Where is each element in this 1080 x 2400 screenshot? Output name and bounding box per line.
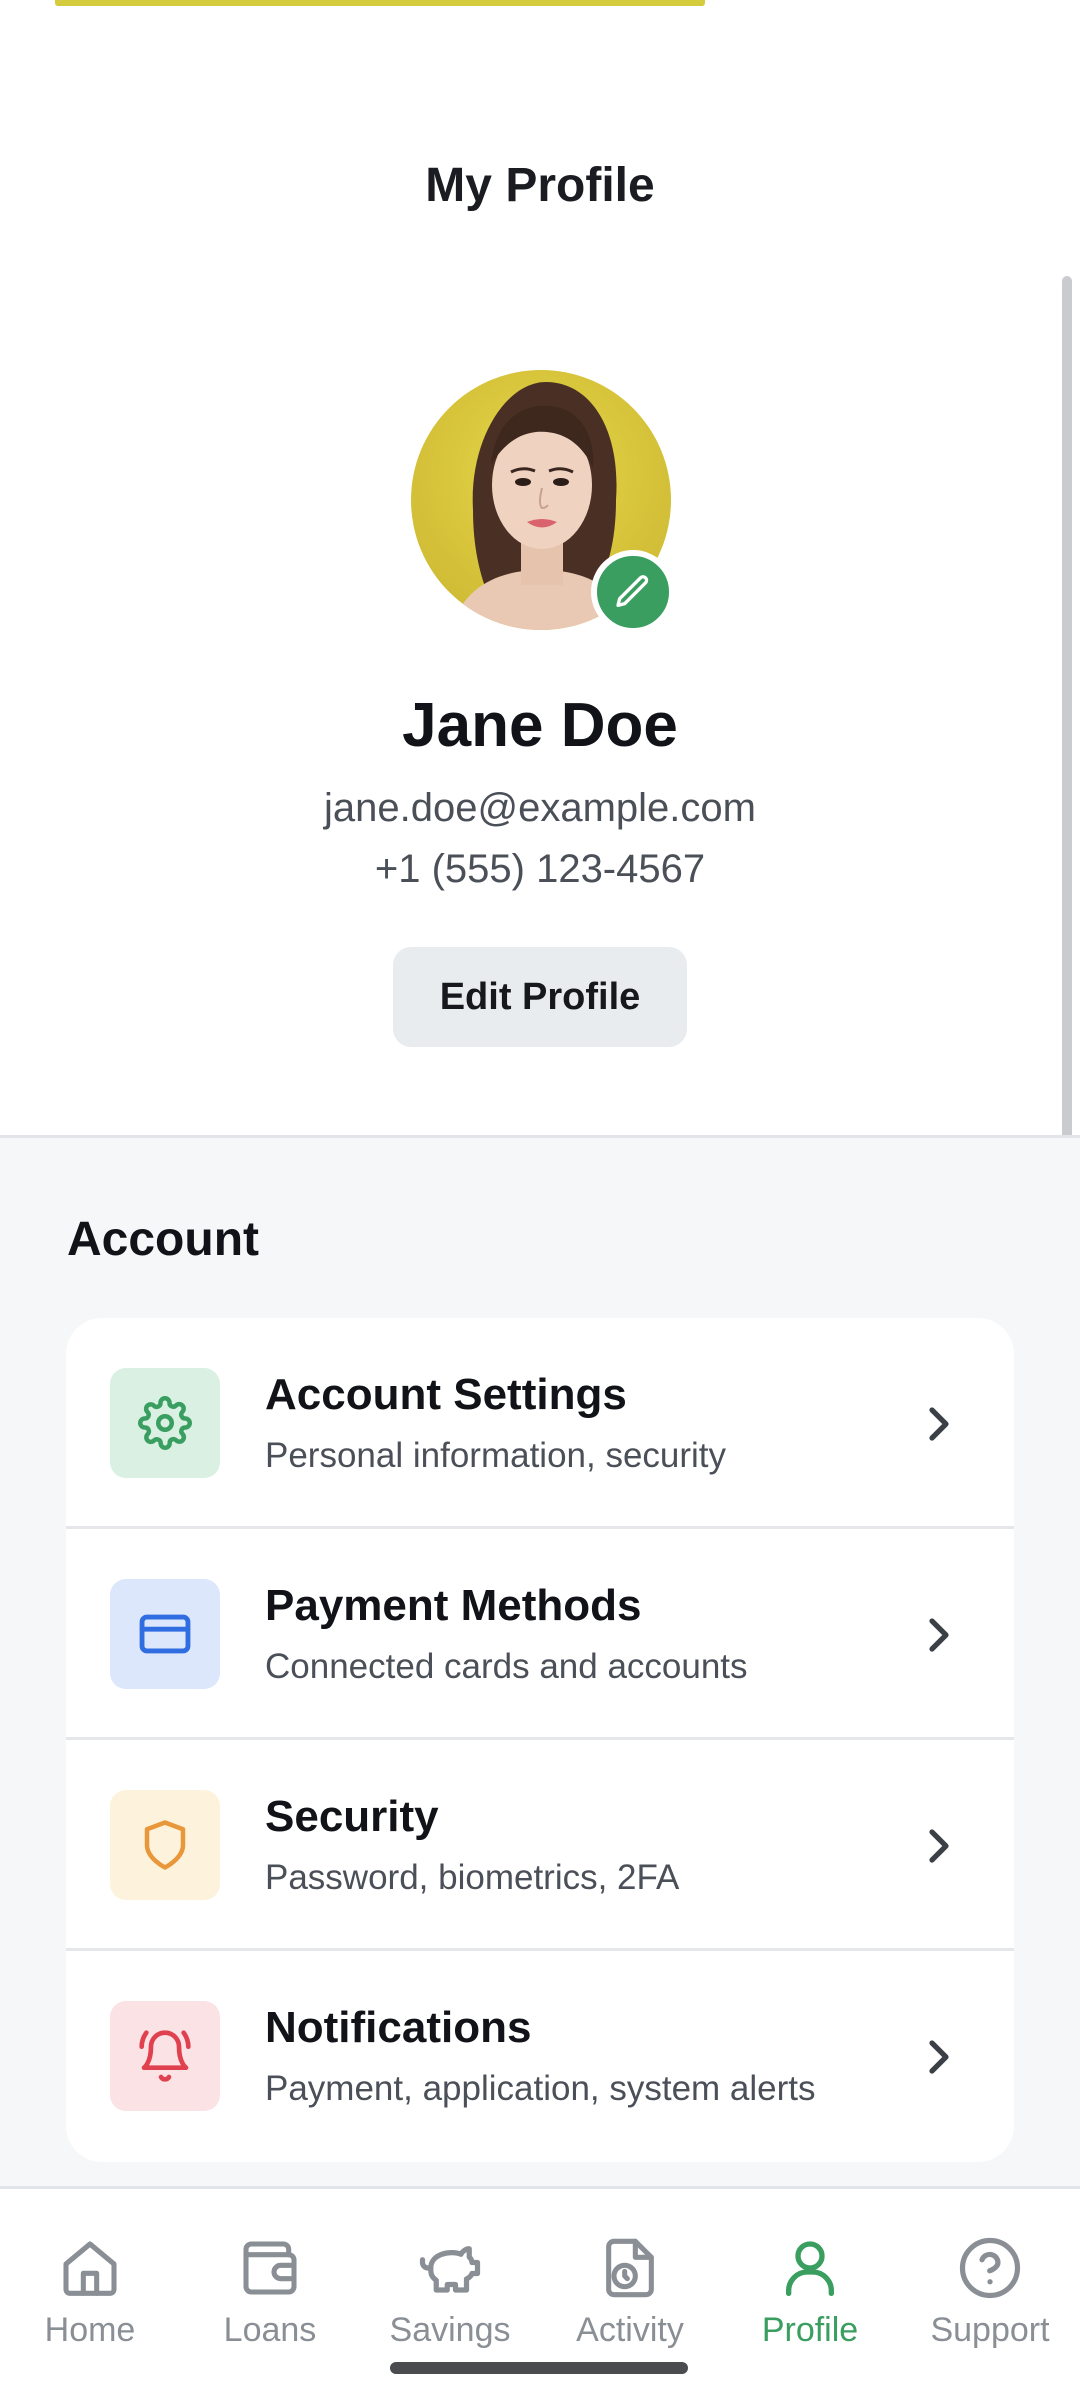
menu-item-subtitle: Personal information, security [265,1436,727,1475]
menu-item-notifications[interactable]: Notifications Payment, application, syst… [66,1951,1014,2162]
wallet-icon [235,2233,305,2303]
menu-item-subtitle: Payment, application, system alerts [265,2069,816,2108]
home-icon [55,2233,125,2303]
nav-item-loans[interactable]: Loans [180,2189,360,2379]
home-indicator[interactable] [390,2362,688,2374]
nav-label: Savings [389,2311,511,2349]
menu-item-subtitle: Connected cards and accounts [265,1647,748,1686]
nav-item-profile[interactable]: Profile [720,2189,900,2379]
bell-icon [110,2001,220,2111]
user-email: jane.doe@example.com [324,786,756,830]
menu-item-title: Security [265,1792,439,1841]
edit-avatar-button[interactable] [591,550,675,634]
pencil-icon [616,575,649,607]
help-icon [955,2233,1025,2303]
profile-screen: My Profile Jane Doe jane.doe@example.com… [0,0,1080,2400]
user-name: Jane Doe [402,691,678,760]
edit-profile-button[interactable]: Edit Profile [393,947,687,1047]
nav-item-support[interactable]: Support [900,2189,1080,2379]
menu-item-payment-methods[interactable]: Payment Methods Connected cards and acco… [66,1529,1014,1740]
gear-icon [110,1368,220,1478]
menu-item-security[interactable]: Security Password, biometrics, 2FA [66,1740,1014,1951]
chevron-right-icon [918,1402,958,1446]
nav-label: Profile [761,2311,859,2349]
shield-icon [110,1790,220,1900]
nav-label: Home [44,2311,136,2349]
nav-label: Activity [576,2311,684,2349]
menu-item-title: Payment Methods [265,1581,642,1630]
nav-item-home[interactable]: Home [0,2189,180,2379]
piggy-bank-icon [415,2233,485,2303]
user-phone: +1 (555) 123-4567 [374,847,706,891]
activity-icon [595,2233,665,2303]
nav-item-activity[interactable]: Activity [540,2189,720,2379]
user-icon [775,2233,845,2303]
chevron-right-icon [918,1613,958,1657]
avatar-container [411,370,675,634]
top-progress-indicator [55,0,705,6]
chevron-right-icon [918,2035,958,2079]
menu-item-title: Notifications [265,2003,532,2052]
nav-label: Loans [223,2311,317,2349]
menu-item-subtitle: Password, biometrics, 2FA [265,1858,680,1897]
nav-label: Support [930,2311,1050,2349]
credit-card-icon [110,1579,220,1689]
account-section-title: Account [67,1213,259,1266]
page-title: My Profile [425,159,655,212]
account-menu-card: Account Settings Personal information, s… [66,1318,1014,2162]
nav-item-savings[interactable]: Savings [360,2189,540,2379]
menu-item-account-settings[interactable]: Account Settings Personal information, s… [66,1318,1014,1529]
chevron-right-icon [918,1824,958,1868]
menu-item-title: Account Settings [265,1370,627,1419]
